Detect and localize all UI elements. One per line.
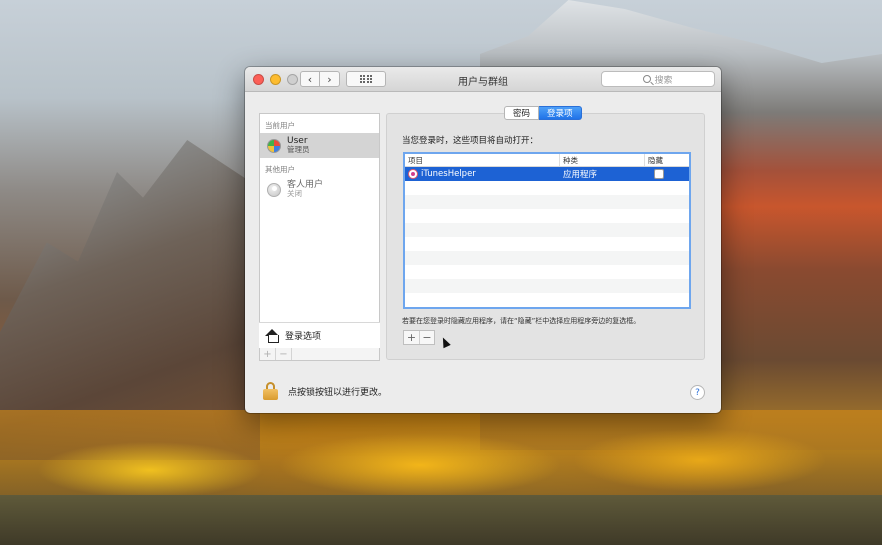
add-user-button[interactable]: + (260, 348, 276, 360)
login-items-panel: 当您登录时，这些项目将自动打开： 项目 种类 隐藏 iTunesHelper 应… (386, 113, 705, 360)
search-icon (643, 75, 652, 83)
empty-row (405, 251, 689, 265)
users-sidebar: 当前用户 User 管理员 其他用户 客人用户 关闭 (259, 113, 380, 348)
empty-row (405, 209, 689, 223)
search-placeholder: 搜索 (654, 75, 673, 86)
tab-bar: 密码 登录项 (504, 106, 582, 120)
lock-icon[interactable] (263, 382, 278, 400)
column-header-kind[interactable]: 种类 (560, 154, 645, 166)
tab-login-items[interactable]: 登录项 (539, 106, 582, 120)
remove-user-button[interactable]: − (276, 348, 292, 360)
titlebar: ‹ › 用户与群组 搜索 (245, 67, 721, 92)
current-users-label: 当前用户 (265, 121, 295, 130)
wallpaper-bushes (0, 495, 882, 545)
remove-login-item-button[interactable]: − (419, 331, 434, 344)
users-and-groups-window: ‹ › 用户与群组 搜索 当前用户 User 管理员 其他用户 客人用户 关闭 … (245, 67, 721, 413)
help-button[interactable]: ? (690, 385, 705, 400)
empty-row (405, 265, 689, 279)
guest-avatar-icon (267, 182, 281, 197)
column-header-item[interactable]: 项目 (405, 154, 560, 166)
empty-row (405, 279, 689, 293)
login-options-item[interactable]: 登录选项 (259, 322, 380, 348)
empty-row (405, 195, 689, 209)
table-header: 项目 种类 隐藏 (405, 154, 689, 167)
user-avatar-icon (267, 138, 281, 153)
login-options-label: 登录选项 (285, 332, 322, 342)
sidebar-add-remove: + − (259, 348, 380, 361)
empty-row (405, 293, 689, 307)
row-item-kind: 应用程序 (563, 170, 598, 180)
house-icon (265, 328, 280, 343)
guest-status: 关闭 (287, 189, 302, 199)
row-item-name: iTunesHelper (421, 169, 476, 179)
empty-row (405, 237, 689, 251)
tab-password[interactable]: 密码 (504, 106, 540, 120)
sidebar-item-guest[interactable]: 客人用户 关闭 (260, 177, 379, 202)
login-items-add-remove: + − (403, 330, 435, 345)
lock-instruction: 点按锁按钮以进行更改。 (288, 388, 388, 398)
add-login-item-button[interactable]: + (404, 331, 419, 344)
column-header-hide[interactable]: 隐藏 (645, 154, 689, 166)
empty-row (405, 223, 689, 237)
empty-row (405, 181, 689, 195)
hide-checkbox[interactable] (654, 169, 664, 179)
sidebar-item-user[interactable]: User 管理员 (260, 133, 379, 158)
search-field[interactable]: 搜索 (601, 71, 715, 87)
itunes-helper-icon (408, 169, 418, 179)
login-items-table[interactable]: 项目 种类 隐藏 iTunesHelper 应用程序 (403, 152, 691, 309)
other-users-label: 其他用户 (265, 165, 295, 174)
login-items-heading: 当您登录时，这些项目将自动打开： (402, 136, 539, 146)
hide-instructions: 若要在您登录时隐藏应用程序，请在“隐藏”栏中选择应用程序旁边的复选框。 (402, 317, 641, 325)
user-role: 管理员 (287, 145, 310, 155)
table-row[interactable]: iTunesHelper 应用程序 (405, 167, 689, 181)
